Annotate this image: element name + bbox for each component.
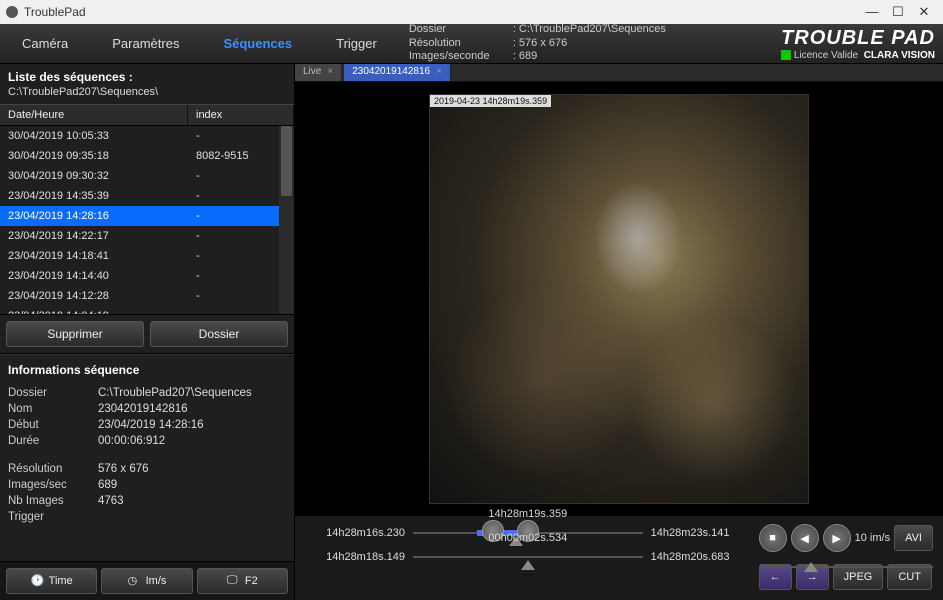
app-icon [6, 6, 18, 18]
table-row[interactable]: 30/04/2019 09:30:32- [0, 166, 294, 186]
timeline1-left: 14h28m16s.230 [305, 527, 405, 539]
play-back-button[interactable]: ◀ [791, 524, 819, 552]
header-info: Dossier: C:\TroublePad207\Sequences Réso… [409, 23, 666, 64]
close-icon[interactable]: × [436, 66, 442, 77]
info-sequence-header: Informations séquence [0, 354, 294, 381]
top-nav: Caméra Paramètres Séquences Trigger Doss… [0, 24, 943, 64]
timeline-track-2[interactable]: 00h00m02s.534 [413, 548, 643, 566]
frame-image: 2019-04-23 14h28m19s.359 [429, 94, 809, 504]
table-row[interactable]: 23/04/2019 14:22:17- [0, 226, 294, 246]
licence-indicator-icon [781, 50, 791, 60]
monitor-icon: 🖵 [227, 574, 241, 588]
viewer-tab-live[interactable]: Live× [295, 64, 342, 81]
playback-rate: 10 im/s [855, 532, 890, 544]
close-button[interactable]: ✕ [911, 0, 937, 24]
scrollbar[interactable] [279, 126, 294, 314]
ims-button[interactable]: ◷Im/s [101, 568, 192, 594]
tab-sequences[interactable]: Séquences [201, 24, 314, 64]
timeline1-right: 14h28m23s.141 [651, 527, 751, 539]
viewer-tab-sequence[interactable]: 23042019142816× [344, 64, 451, 81]
brand-name: TROUBLE PAD [781, 27, 935, 50]
table-row[interactable]: 30/04/2019 10:05:33- [0, 126, 294, 146]
avi-button[interactable]: AVI [894, 525, 933, 551]
minimize-button[interactable]: — [859, 0, 885, 24]
rate-marker[interactable] [804, 562, 818, 572]
col-index[interactable]: index [188, 105, 294, 125]
supprimer-button[interactable]: Supprimer [6, 321, 144, 347]
frame-timestamp: 2019-04-23 14h28m19s.359 [430, 95, 551, 107]
table-row[interactable]: 30/04/2019 09:35:188082-9515 [0, 146, 294, 166]
tab-trigger[interactable]: Trigger [314, 24, 399, 64]
image-viewer[interactable]: 2019-04-23 14h28m19s.359 [295, 82, 943, 515]
gauge-icon: ◷ [128, 574, 142, 588]
table-row[interactable]: 23/04/2019 14:14:40- [0, 266, 294, 286]
table-row[interactable]: 23/04/2019 14:18:41- [0, 246, 294, 266]
tab-parametres[interactable]: Paramètres [90, 24, 201, 64]
playhead-marker-2[interactable] [521, 560, 535, 570]
left-toolbar: 🕑Time ◷Im/s 🖵F2 [0, 561, 294, 600]
table-row[interactable]: 23/04/2019 14:12:28- [0, 286, 294, 306]
table-row[interactable]: 23/04/2019 14:04:19- [0, 306, 294, 314]
time-button[interactable]: 🕑Time [6, 568, 97, 594]
timeline2-right: 14h28m20s.683 [651, 551, 751, 563]
f2-button[interactable]: 🖵F2 [197, 568, 288, 594]
stop-button[interactable]: ■ [759, 524, 787, 552]
sequence-path: C:\TroublePad207\Sequences\ [0, 86, 294, 104]
sequence-rows[interactable]: 30/04/2019 10:05:33-30/04/2019 09:35:188… [0, 126, 294, 314]
table-row[interactable]: 23/04/2019 14:35:39- [0, 186, 294, 206]
sequence-list-header: Liste des séquences : [0, 64, 294, 86]
left-panel: Liste des séquences : C:\TroublePad207\S… [0, 64, 295, 600]
maximize-button[interactable]: ☐ [885, 0, 911, 24]
brand: TROUBLE PAD Licence Valide CLARA VISION [781, 27, 943, 61]
info-sequence: DossierC:\TroublePad207\Sequences Nom230… [0, 381, 294, 535]
table-row[interactable]: 23/04/2019 14:28:16- [0, 206, 294, 226]
titlebar: TroublePad — ☐ ✕ [0, 0, 943, 24]
col-date-heure[interactable]: Date/Heure [0, 105, 188, 125]
playback-controls: 14h28m16s.230 14h28m19s.359 14h28m23s.14… [295, 515, 943, 600]
timeline2-left: 14h28m18s.149 [305, 551, 405, 563]
dossier-button[interactable]: Dossier [150, 321, 288, 347]
play-forward-button[interactable]: ▶ [823, 524, 851, 552]
tab-camera[interactable]: Caméra [0, 24, 90, 64]
close-icon[interactable]: × [327, 66, 333, 77]
viewer-tabs: Live× 23042019142816× [295, 64, 943, 82]
right-panel: Live× 23042019142816× 2019-04-23 14h28m1… [295, 64, 943, 600]
sequence-table: Date/Heure index 30/04/2019 10:05:33-30/… [0, 104, 294, 314]
clock-icon: 🕑 [31, 574, 45, 588]
window-title: TroublePad [24, 5, 86, 19]
